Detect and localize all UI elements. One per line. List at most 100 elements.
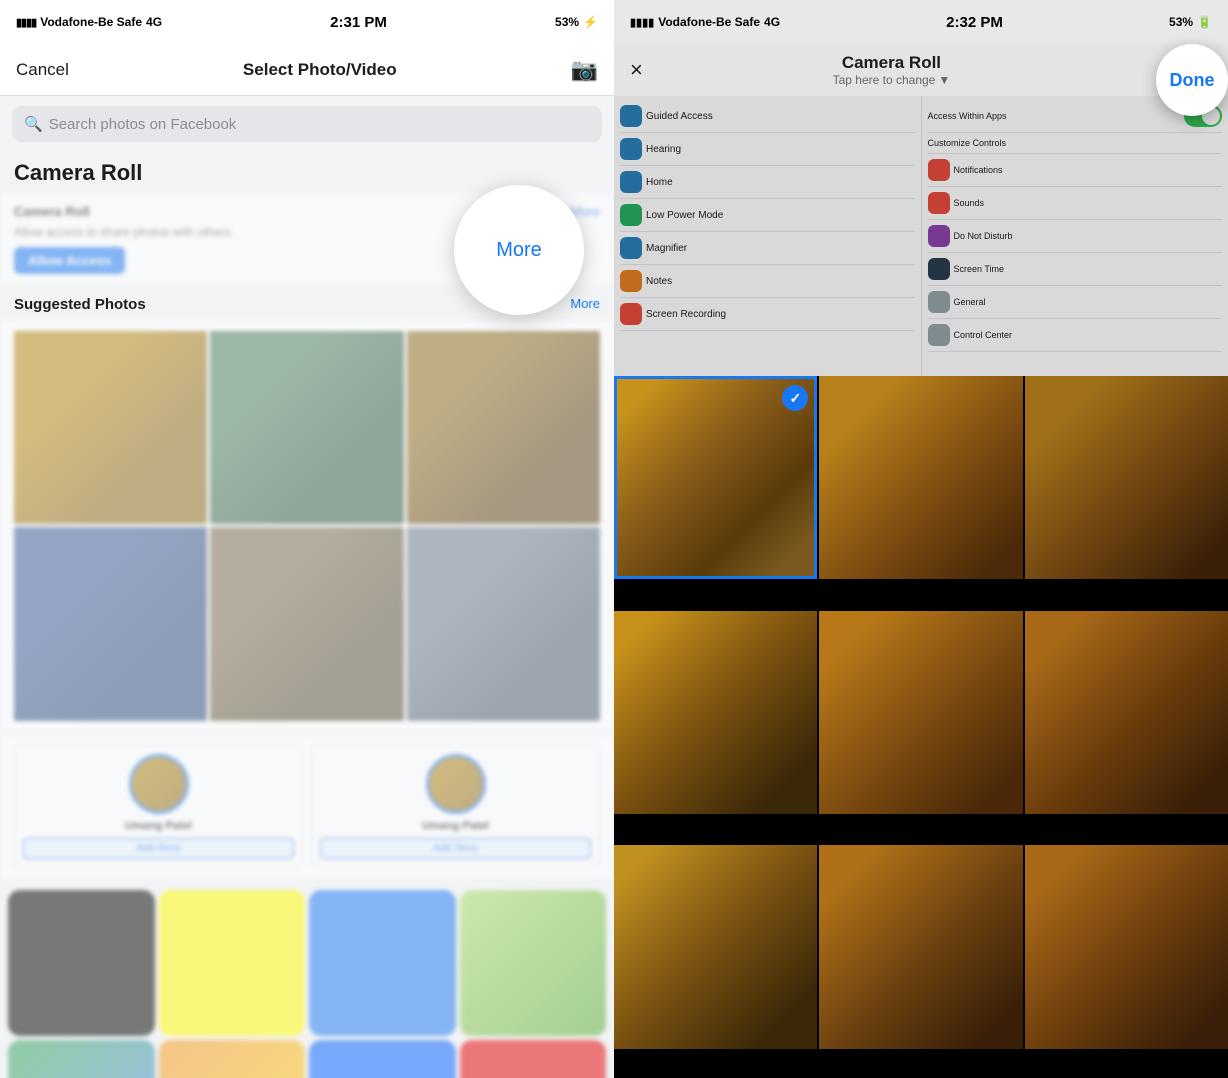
settings-item-screen-rec: Screen Recording — [620, 298, 915, 331]
sounds-icon — [928, 192, 950, 214]
settings-item-notes: Notes — [620, 265, 915, 298]
settings-item-screentime: Screen Time — [928, 253, 1223, 286]
photo-thumb-3[interactable] — [407, 331, 600, 524]
vodafone-icon — [460, 1040, 607, 1078]
settings-item-general: General — [928, 286, 1223, 319]
photo-cell-9[interactable] — [1025, 845, 1228, 1048]
general-icon — [928, 291, 950, 313]
close-button[interactable]: × — [630, 57, 643, 83]
more-label[interactable]: More — [496, 239, 542, 262]
profile-cards: Umang Patel Add Story Umang Patel Add St… — [14, 745, 600, 868]
photo-thumb-6[interactable] — [407, 527, 600, 720]
settings-item-dnd: Do Not Disturb — [928, 220, 1223, 253]
cc-label: Control Center — [954, 330, 1013, 340]
photo-cell-5[interactable] — [819, 611, 1022, 814]
battery-left: 53% — [555, 15, 579, 29]
photo-cell-6[interactable] — [1025, 611, 1228, 814]
magnifier-icon — [620, 237, 642, 259]
scooby-img-9 — [1025, 845, 1228, 1048]
search-icon: 🔍 — [24, 115, 43, 133]
fb-icon — [309, 890, 456, 1037]
battery-right: 53% — [1169, 15, 1193, 29]
cc-icon — [928, 324, 950, 346]
done-btn-container: Done — [1156, 44, 1228, 116]
maps-icon — [8, 1040, 155, 1078]
left-status-bar: ▮▮▮▮ Vodafone-Be Safe 4G 2:31 PM 53% ⚡ — [0, 0, 614, 44]
carrier-left: Vodafone-Be Safe — [40, 15, 142, 29]
photo-cell-2[interactable] — [819, 376, 1022, 579]
app-grid-section — [0, 882, 614, 1078]
snapchat-icon — [159, 890, 306, 1037]
left-status-left: ▮▮▮▮ Vodafone-Be Safe 4G — [16, 15, 162, 29]
left-nav-title: Select Photo/Video — [243, 60, 397, 80]
photo-cell-8[interactable] — [819, 845, 1022, 1048]
chevron-down-icon: ▼ — [938, 73, 950, 87]
signal-icon-right: ▮▮▮▮ — [630, 16, 654, 29]
customize-label: Customize Controls — [928, 138, 1007, 148]
camera-icon[interactable]: 📷 — [571, 57, 598, 83]
battery-icon-right: 🔋 — [1197, 15, 1212, 29]
home-label: Home — [646, 177, 673, 188]
guided-access-icon — [620, 105, 642, 127]
right-panel: ▮▮▮▮ Vodafone-Be Safe 4G 2:32 PM 53% 🔋 ×… — [614, 0, 1228, 1078]
photo-thumb-1[interactable] — [14, 331, 207, 524]
add-story-btn-2[interactable]: Add Story — [320, 838, 591, 859]
left-status-right: 53% ⚡ — [555, 15, 598, 29]
access-within-label: Access Within Apps — [928, 111, 1181, 121]
right-nav-subtitle: Tap here to change ▼ — [833, 73, 951, 87]
settings-item-magnifier: Magnifier — [620, 232, 915, 265]
app-icon-4 — [460, 890, 607, 1037]
photos-grid: ✓ — [614, 376, 1228, 1078]
settings-item-sounds: Sounds — [928, 187, 1223, 220]
search-bar[interactable]: 🔍 Search photos on Facebook — [12, 106, 602, 142]
cancel-button[interactable]: Cancel — [16, 60, 69, 80]
photo-thumb-5[interactable] — [210, 527, 403, 720]
suggested-photos-section — [0, 321, 614, 731]
lowpower-icon — [620, 204, 642, 226]
photo-grid — [14, 331, 600, 721]
signal-icon: ▮▮▮▮ — [16, 16, 36, 29]
app-icon-6 — [159, 1040, 306, 1078]
fb-profile-section: Umang Patel Add Story Umang Patel Add St… — [0, 735, 614, 878]
more-bubble[interactable]: More — [454, 185, 584, 315]
scooby-img-1 — [617, 379, 814, 576]
settings-item-guided: Guided Access — [620, 100, 915, 133]
carrier-right: Vodafone-Be Safe — [658, 15, 760, 29]
app-grid — [0, 882, 614, 1078]
guided-access-label: Guided Access — [646, 111, 713, 122]
suggested-more[interactable]: More — [570, 296, 600, 311]
scooby-img-8 — [819, 845, 1022, 1048]
notif-label: Notifications — [954, 165, 1003, 175]
screenrec-label: Screen Recording — [646, 309, 726, 320]
battery-icon-left: ⚡ — [583, 15, 598, 29]
notif-icon — [928, 159, 950, 181]
home-icon — [620, 171, 642, 193]
done-label[interactable]: Done — [1170, 70, 1215, 91]
right-status-bar: ▮▮▮▮ Vodafone-Be Safe 4G 2:32 PM 53% 🔋 — [614, 0, 1228, 44]
photo-cell-1[interactable]: ✓ — [614, 376, 817, 579]
photo-cell-3[interactable] — [1025, 376, 1228, 579]
screentime-icon — [928, 258, 950, 280]
settings-item-lowpower: Low Power Mode — [620, 199, 915, 232]
photo-cell-7[interactable] — [614, 845, 817, 1048]
avatar-2 — [426, 754, 486, 814]
dnd-label: Do Not Disturb — [954, 231, 1013, 241]
right-nav-center: Camera Roll Tap here to change ▼ — [833, 53, 951, 87]
profile-name-2: Umang Patel — [320, 820, 591, 832]
network-right: 4G — [764, 15, 780, 29]
scooby-img-6 — [1025, 611, 1228, 814]
photo-thumb-4[interactable] — [14, 527, 207, 720]
done-button[interactable]: Done — [1156, 44, 1228, 116]
scooby-img-2 — [819, 376, 1022, 579]
add-story-btn-1[interactable]: Add Story — [23, 838, 294, 859]
hearing-label: Hearing — [646, 144, 681, 155]
scooby-img-7 — [614, 845, 817, 1048]
settings-item-home: Home — [620, 166, 915, 199]
left-panel: ▮▮▮▮ Vodafone-Be Safe 4G 2:31 PM 53% ⚡ C… — [0, 0, 614, 1078]
photo-thumb-2[interactable] — [210, 331, 403, 524]
hearing-icon — [620, 138, 642, 160]
allow-access-button[interactable]: Allow Access — [14, 247, 125, 274]
photo-cell-4[interactable] — [614, 611, 817, 814]
general-label: General — [954, 297, 986, 307]
left-nav-bar: Cancel Select Photo/Video 📷 — [0, 44, 614, 96]
